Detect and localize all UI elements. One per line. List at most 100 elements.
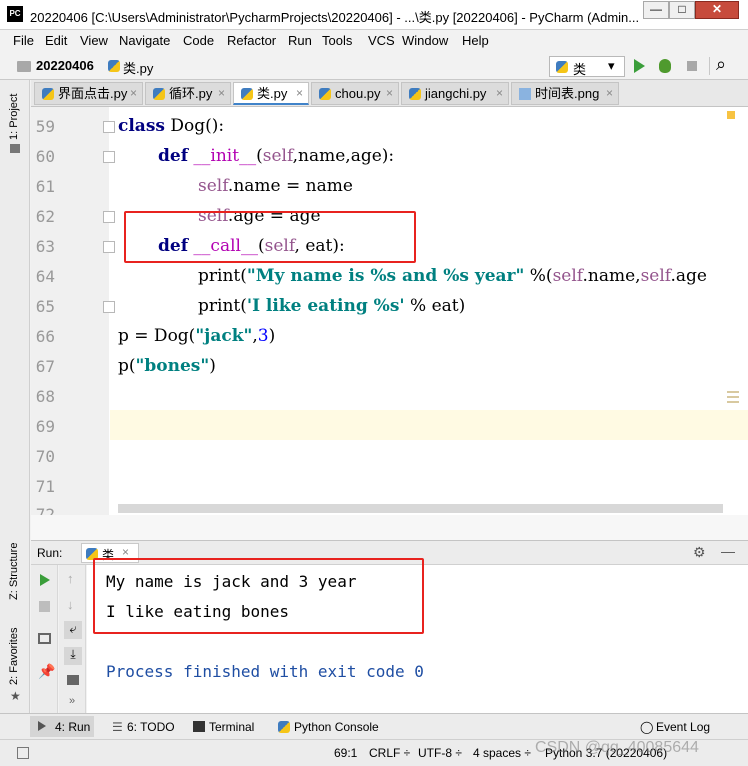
close-icon[interactable]: × — [130, 83, 137, 104]
tab-chou[interactable]: chou.py × — [311, 82, 399, 105]
run-toolbar-secondary: ↑ ↓ ⤶ ⤓ » — [59, 565, 86, 713]
menu-run[interactable]: Run — [288, 33, 312, 48]
code-line-61: self.name = name — [198, 176, 353, 196]
stop-icon[interactable] — [687, 61, 697, 71]
arrow-up-icon[interactable]: ↑ — [67, 571, 74, 586]
chevron-down-icon: ▾ — [608, 58, 615, 73]
toolbar-divider — [709, 57, 710, 75]
run-icon[interactable] — [634, 59, 645, 73]
file-encoding[interactable]: UTF-8 ÷ — [418, 746, 462, 760]
menu-refactor[interactable]: Refactor — [227, 33, 276, 48]
python-file-icon — [42, 88, 54, 100]
scroll-marker — [727, 401, 739, 403]
soft-wrap-icon[interactable]: ⤶ — [64, 621, 82, 639]
tab-xunhuan[interactable]: 循环.py × — [145, 82, 231, 105]
code-line-59: class Dog(): — [118, 116, 225, 136]
fold-marker-icon[interactable] — [103, 211, 115, 223]
menu-file[interactable]: File — [13, 33, 34, 48]
python-file-icon — [319, 88, 331, 100]
star-icon: ★ — [10, 689, 21, 703]
annotation-highlight-box — [93, 558, 424, 634]
structure-tool-button[interactable]: Z: Structure — [8, 543, 20, 600]
todo-tool-button[interactable]: 6: TODO — [127, 720, 175, 734]
print-icon[interactable] — [67, 675, 79, 685]
menu-window[interactable]: Window — [402, 33, 448, 48]
close-icon[interactable]: × — [218, 83, 225, 104]
line-number: 59 — [35, 117, 55, 136]
warning-marker-icon[interactable] — [727, 111, 735, 119]
layout-icon[interactable] — [38, 633, 51, 644]
debug-icon[interactable] — [659, 59, 671, 73]
python-console-tool-button[interactable]: Python Console — [294, 720, 379, 734]
fold-marker-icon[interactable] — [103, 301, 115, 313]
menu-bar: File Edit View Navigate Code Refactor Ru… — [0, 30, 748, 52]
horizontal-scrollbar[interactable] — [118, 504, 723, 513]
python-file-icon — [241, 88, 253, 100]
code-line-67: p("bones") — [118, 356, 216, 376]
menu-view[interactable]: View — [80, 33, 108, 48]
title-bar: PC 20220406 [C:\Users\Administrator\Pych… — [0, 0, 748, 30]
favorites-tool-button[interactable]: 2: Favorites — [8, 628, 20, 685]
status-bar: 69:1 CRLF ÷ UTF-8 ÷ 4 spaces ÷ Python 3.… — [0, 739, 748, 766]
watermark: CSDN @qq_40085644 — [535, 739, 699, 756]
project-tool-button[interactable]: 1: Project — [8, 94, 20, 140]
tool-window-bar: 4: Run ☰ 6: TODO Terminal Python Console… — [0, 713, 748, 739]
close-icon[interactable]: × — [496, 83, 503, 104]
close-icon[interactable]: × — [296, 83, 303, 104]
close-button[interactable]: ✕ — [695, 1, 739, 19]
project-icon — [10, 144, 20, 153]
fold-marker-icon[interactable] — [103, 151, 115, 163]
navigation-bar: 20220406 类.py 类 ▾ ⌕ — [0, 52, 748, 80]
arrow-down-icon[interactable]: ↓ — [67, 597, 74, 612]
cursor-position[interactable]: 69:1 — [334, 746, 357, 760]
gear-icon[interactable]: ⚙ — [693, 544, 706, 561]
tab-label: 时间表.png — [535, 86, 600, 101]
todo-icon: ☰ — [112, 720, 123, 734]
line-number: 67 — [35, 357, 55, 376]
close-icon[interactable]: × — [606, 83, 613, 104]
console-exit-message: Process finished with exit code 0 — [106, 662, 424, 681]
more-icon[interactable]: » — [69, 695, 75, 707]
menu-code[interactable]: Code — [183, 33, 214, 48]
close-icon[interactable]: × — [386, 83, 393, 104]
tab-jiemian[interactable]: 界面点击.py × — [34, 82, 143, 105]
tab-label: chou.py — [335, 86, 381, 101]
run-tool-button[interactable]: 4: Run — [55, 720, 90, 734]
fold-marker-icon[interactable] — [103, 121, 115, 133]
menu-navigate[interactable]: Navigate — [119, 33, 170, 48]
python-console-icon — [278, 721, 290, 733]
code-line-64: print("My name is %s and %s year" %(self… — [198, 266, 707, 286]
search-icon[interactable]: ⌕ — [716, 54, 726, 75]
rerun-icon[interactable] — [40, 574, 50, 586]
image-file-icon — [519, 88, 531, 100]
breadcrumb-file[interactable]: 类.py — [123, 58, 153, 77]
run-console-output[interactable]: My name is jack and 3 year I like eating… — [87, 558, 748, 713]
minimize-button[interactable]: — — [643, 1, 669, 19]
tab-shijianbiao[interactable]: 时间表.png × — [511, 82, 619, 105]
indent-setting[interactable]: 4 spaces ÷ — [473, 746, 531, 760]
line-number: 61 — [35, 177, 55, 196]
menu-help[interactable]: Help — [462, 33, 489, 48]
fold-marker-icon[interactable] — [103, 241, 115, 253]
run-panel-label: Run: — [37, 546, 63, 560]
terminal-tool-button[interactable]: Terminal — [209, 720, 254, 734]
tab-jiangchi[interactable]: jiangchi.py × — [401, 82, 509, 105]
line-number: 70 — [35, 447, 55, 466]
line-separator[interactable]: CRLF ÷ — [369, 746, 410, 760]
scroll-to-end-icon[interactable]: ⤓ — [64, 647, 82, 665]
close-icon[interactable]: × — [122, 545, 129, 559]
pin-icon[interactable]: 📌 — [38, 663, 55, 680]
pycharm-logo-icon: PC — [7, 6, 23, 22]
code-editor[interactable]: 59 60 61 62 63 64 65 66 67 68 69 70 71 7… — [31, 107, 748, 515]
stop-icon[interactable] — [39, 601, 50, 612]
tab-lei[interactable]: 类.py × — [233, 82, 309, 105]
layout-toggle-icon[interactable] — [17, 747, 29, 759]
breadcrumb-project[interactable]: 20220406 — [36, 58, 94, 73]
menu-edit[interactable]: Edit — [45, 33, 67, 48]
menu-tools[interactable]: Tools — [322, 33, 352, 48]
minimize-panel-icon[interactable]: — — [721, 543, 735, 559]
run-configuration-select[interactable]: 类 ▾ — [549, 56, 625, 77]
event-log-tool-button[interactable]: Event Log — [656, 720, 710, 734]
menu-vcs[interactable]: VCS — [368, 33, 395, 48]
maximize-button[interactable]: □ — [669, 1, 695, 19]
